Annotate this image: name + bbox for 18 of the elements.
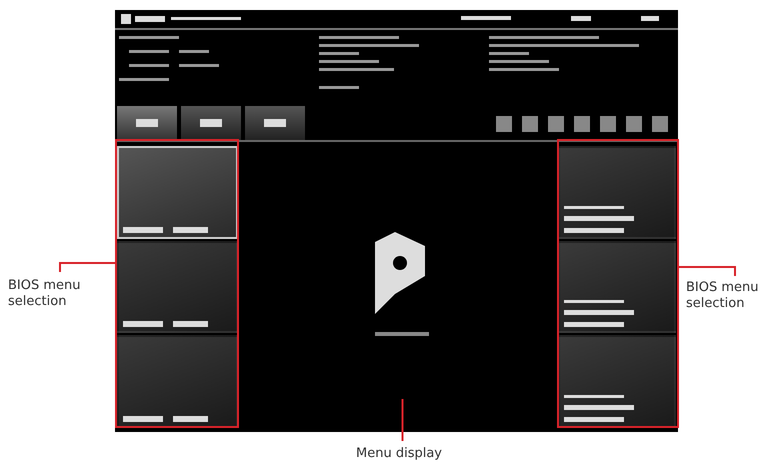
blurred-text-drawing <box>564 206 634 233</box>
callout-label: BIOS menu selection <box>8 278 82 310</box>
mode-tab[interactable] <box>117 106 177 140</box>
menu-tile[interactable] <box>558 335 676 428</box>
mode-tab[interactable] <box>181 106 241 140</box>
mode-tab[interactable] <box>245 106 305 140</box>
menu-tile[interactable] <box>117 335 238 428</box>
callout-label: BIOS menu selection <box>686 280 760 312</box>
leader-line <box>401 399 404 441</box>
blurred-text-drawing <box>564 395 634 422</box>
menu-tile[interactable] <box>558 146 676 239</box>
menu-tile[interactable] <box>117 240 238 334</box>
callout-label: Menu display <box>356 446 442 462</box>
leader-line <box>59 262 116 272</box>
menu-tile[interactable] <box>558 240 676 334</box>
blurred-text-drawing <box>564 300 634 328</box>
leader-line <box>678 266 736 276</box>
menu-tile[interactable] <box>117 146 238 239</box>
